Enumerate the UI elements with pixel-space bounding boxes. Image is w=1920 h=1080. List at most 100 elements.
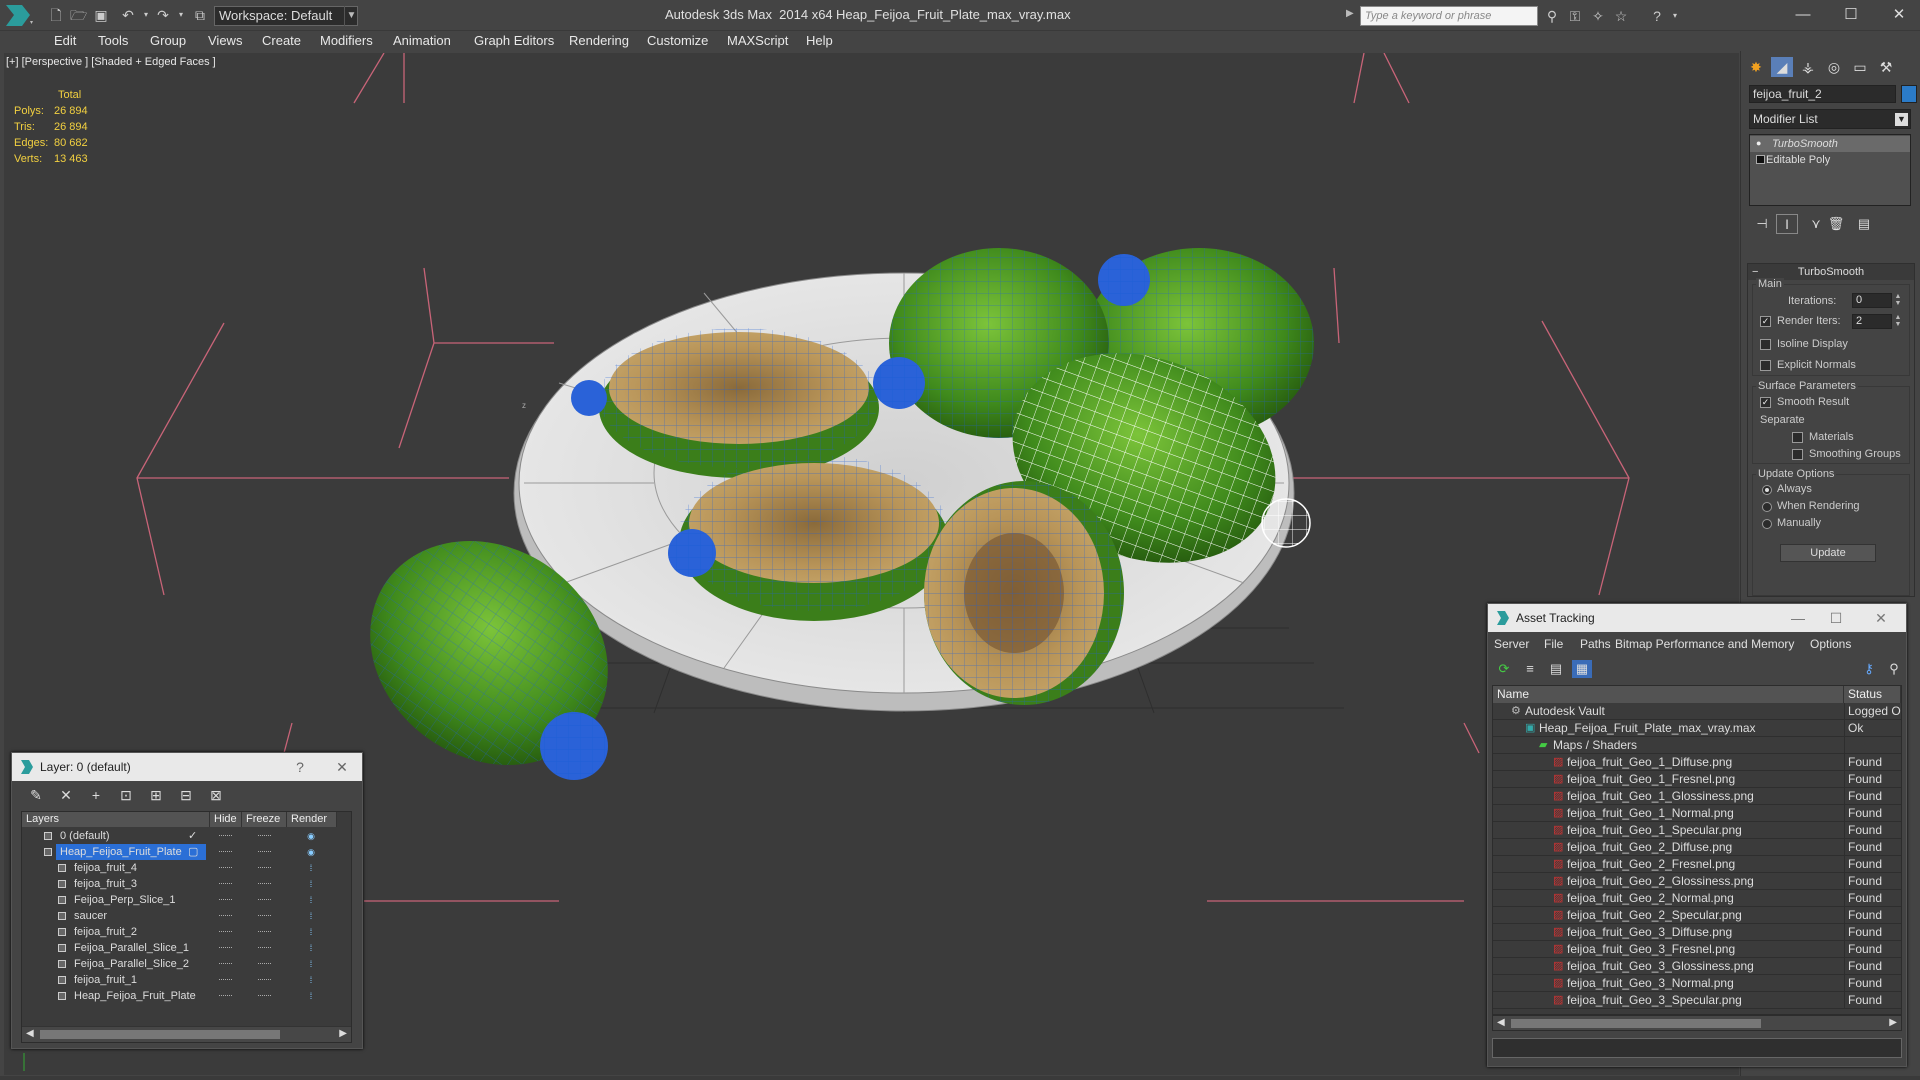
freeze-toggle[interactable] [258, 899, 271, 901]
asset-tracking-titlebar[interactable]: Asset Tracking — ☐ ✕ [1488, 604, 1906, 632]
asset-row[interactable]: ▨ feijoa_fruit_Geo_3_Specular.png Found [1493, 992, 1901, 1009]
pin-stack-icon[interactable]: ⊣ [1751, 214, 1773, 234]
freeze-toggle[interactable] [258, 835, 271, 837]
undo-icon[interactable]: ↶ [120, 7, 136, 23]
create-tab-icon[interactable]: ✸ [1745, 57, 1767, 77]
freeze-toggle[interactable] [258, 883, 271, 885]
list-view-icon[interactable]: ≡ [1520, 660, 1540, 678]
minimize-button[interactable]: — [1783, 608, 1813, 628]
asset-name[interactable]: feijoa_fruit_Geo_3_Normal.png [1567, 975, 1734, 992]
asset-row[interactable]: ▨ feijoa_fruit_Geo_1_Normal.png Found [1493, 805, 1901, 822]
layer-dialog-titlebar[interactable]: Layer: 0 (default) ? ✕ [12, 753, 362, 781]
asset-row[interactable]: ▨ feijoa_fruit_Geo_1_Fresnel.png Found [1493, 771, 1901, 788]
app-logo-icon[interactable] [4, 3, 34, 28]
redo-icon[interactable]: ↷ [155, 7, 171, 23]
asset-row[interactable]: ▨ feijoa_fruit_Geo_2_Glossiness.png Found [1493, 873, 1901, 890]
always-radio[interactable] [1762, 485, 1772, 495]
asset-row[interactable]: ▨ feijoa_fruit_Geo_3_Fresnel.png Found [1493, 941, 1901, 958]
hide-toggle[interactable] [219, 835, 232, 837]
asset-name[interactable]: feijoa_fruit_Geo_3_Glossiness.png [1567, 958, 1754, 975]
render-toggle-icon[interactable]: ⁞ [306, 991, 316, 1001]
freeze-toggle[interactable] [258, 963, 271, 965]
layer-row[interactable]: feijoa_fruit_3 ⁞ [22, 876, 351, 892]
freeze-toggle[interactable] [258, 851, 271, 853]
layer-row[interactable]: feijoa_fruit_1 ⁞ [22, 972, 351, 988]
undo-dropdown-icon[interactable]: ▾ [138, 7, 154, 23]
asset-name[interactable]: feijoa_fruit_Geo_1_Glossiness.png [1567, 788, 1754, 805]
detail-view-icon[interactable]: ▤ [1546, 660, 1566, 678]
asset-row[interactable]: ▰ Maps / Shaders [1493, 737, 1901, 754]
layer-row[interactable]: 0 (default) ✓ ◉ [22, 828, 351, 844]
scroll-thumb[interactable] [1511, 1019, 1761, 1028]
hide-all-layers-icon[interactable]: ⊟ [176, 786, 196, 804]
horizontal-scrollbar[interactable]: ◀ ▶ [22, 1026, 351, 1042]
scroll-left-icon[interactable]: ◀ [1497, 1017, 1505, 1028]
asset-name[interactable]: feijoa_fruit_Geo_1_Normal.png [1567, 805, 1734, 822]
workspace-dropdown[interactable]: Workspace: Default [214, 6, 358, 26]
search-expand-icon[interactable]: ▶ [1346, 8, 1358, 24]
menu-create[interactable]: Create [262, 33, 301, 48]
object-name-field[interactable]: feijoa_fruit_2 [1749, 85, 1896, 103]
binoculars-icon[interactable]: ⚲ [1543, 8, 1561, 24]
asset-name[interactable]: feijoa_fruit_Geo_1_Specular.png [1567, 822, 1742, 839]
asset-row[interactable]: ▨ feijoa_fruit_Geo_2_Normal.png Found [1493, 890, 1901, 907]
utilities-tab-icon[interactable]: ⚒ [1875, 57, 1897, 77]
set-current-layer-icon[interactable]: ▢ [188, 844, 198, 860]
feijoa-perp-slice-1-mesh[interactable] [924, 481, 1124, 705]
manually-radio[interactable] [1762, 519, 1772, 529]
menu-graph-editors[interactable]: Graph Editors [474, 33, 554, 48]
modifier-list-dropdown[interactable]: Modifier List ▼ [1749, 109, 1911, 129]
scroll-right-icon[interactable]: ▶ [339, 1028, 347, 1039]
scroll-thumb[interactable] [40, 1030, 280, 1039]
explicit-normals-checkbox[interactable] [1760, 360, 1771, 371]
asset-row[interactable]: ▨ feijoa_fruit_Geo_1_Glossiness.png Found [1493, 788, 1901, 805]
column-freeze[interactable]: Freeze [242, 812, 287, 827]
render-iters-spinner[interactable]: 2 [1852, 314, 1892, 329]
hide-toggle[interactable] [219, 979, 232, 981]
iterations-spinner[interactable]: 0 [1852, 293, 1892, 308]
remove-modifier-icon[interactable]: 🗑 [1825, 214, 1847, 234]
layer-name[interactable]: feijoa_fruit_2 [70, 924, 137, 940]
render-toggle-icon[interactable]: ◉ [306, 847, 316, 857]
vault-login-icon[interactable]: ⚷ [1859, 660, 1879, 678]
asset-name[interactable]: feijoa_fruit_Geo_1_Fresnel.png [1567, 771, 1735, 788]
menu-animation[interactable]: Animation [393, 33, 451, 48]
close-button[interactable]: ✕ [332, 757, 352, 777]
help-icon[interactable]: ? [1648, 8, 1666, 24]
asset-name[interactable]: feijoa_fruit_Geo_2_Fresnel.png [1567, 856, 1735, 873]
hide-toggle[interactable] [219, 915, 232, 917]
save-icon[interactable]: ▣ [93, 7, 109, 23]
asset-row[interactable]: ⚙ Autodesk Vault Logged O [1493, 703, 1901, 720]
when-rendering-radio[interactable] [1762, 502, 1772, 512]
hide-toggle[interactable] [219, 899, 232, 901]
asset-name[interactable]: Heap_Feijoa_Fruit_Plate_max_vray.max [1539, 720, 1756, 737]
layer-row[interactable]: feijoa_fruit_2 ⁞ [22, 924, 351, 940]
current-layer-check-icon[interactable]: ✓ [188, 828, 197, 844]
highlight-layer-icon[interactable]: ⊞ [146, 786, 166, 804]
menu-file[interactable]: File [1544, 637, 1563, 651]
hide-toggle[interactable] [219, 851, 232, 853]
asset-name[interactable]: feijoa_fruit_Geo_3_Fresnel.png [1567, 941, 1735, 958]
redo-dropdown-icon[interactable]: ▾ [173, 7, 189, 23]
hide-toggle[interactable] [219, 883, 232, 885]
display-tab-icon[interactable]: ▭ [1849, 57, 1871, 77]
maximize-button[interactable]: ☐ [1836, 4, 1866, 26]
hide-toggle[interactable] [219, 995, 232, 997]
render-iters-checkbox[interactable]: ✓ [1760, 316, 1771, 327]
lightbulb-icon[interactable]: ● [1756, 139, 1765, 148]
asset-row[interactable]: ▨ feijoa_fruit_Geo_3_Glossiness.png Found [1493, 958, 1901, 975]
menu-options[interactable]: Options [1810, 637, 1851, 651]
open-file-icon[interactable]: 🗁 [70, 7, 87, 23]
menu-paths[interactable]: Paths [1580, 637, 1611, 651]
help-pin-icon[interactable]: ⚲ [1884, 660, 1904, 678]
layer-row[interactable]: Feijoa_Perp_Slice_1 ⁞ [22, 892, 351, 908]
add-to-layer-icon[interactable]: + [86, 786, 106, 804]
layer-name[interactable]: Feijoa_Perp_Slice_1 [70, 892, 176, 908]
layer-row[interactable]: feijoa_fruit_4 ⁞ [22, 860, 351, 876]
close-button[interactable]: ✕ [1884, 4, 1914, 26]
object-color-swatch[interactable] [1901, 85, 1917, 103]
menu-tools[interactable]: Tools [98, 33, 128, 48]
hide-toggle[interactable] [219, 931, 232, 933]
isoline-display-checkbox[interactable] [1760, 339, 1771, 350]
communication-icon[interactable]: ✧ [1589, 8, 1607, 24]
